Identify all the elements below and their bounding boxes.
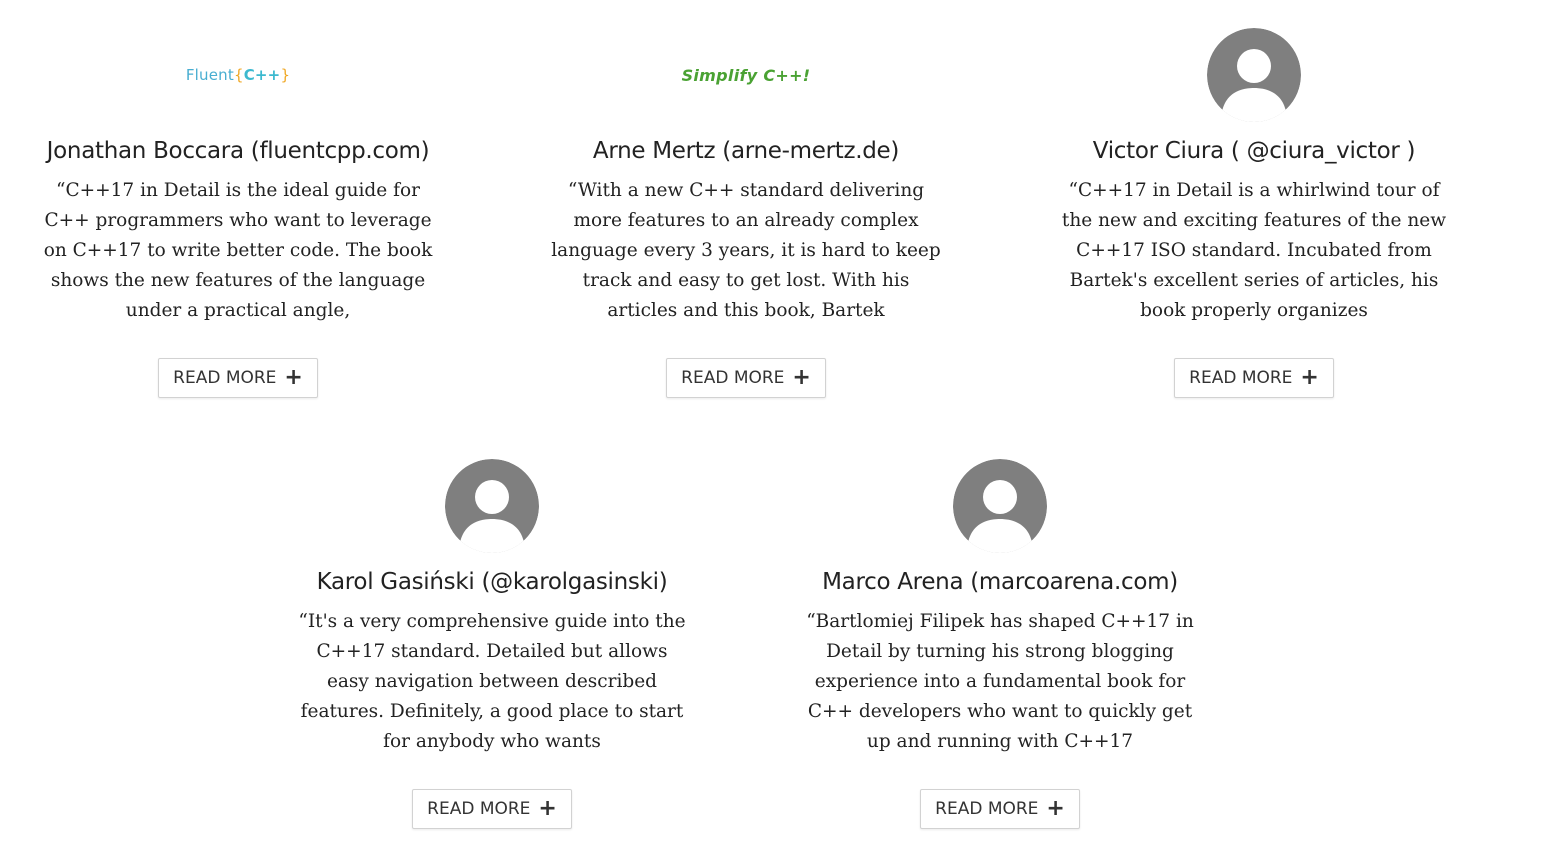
logo-area <box>297 459 687 553</box>
default-avatar-icon <box>1207 28 1301 122</box>
plus-icon: + <box>1300 365 1319 390</box>
testimonial-card: Victor Ciura ( @ciura_victor ) “C++17 in… <box>1059 28 1449 398</box>
plus-icon: + <box>1046 796 1065 821</box>
logo-area: Simplify C++! <box>551 28 941 122</box>
testimonial-card: Karol Gasiński (@karolgasinski) “It's a … <box>297 459 687 829</box>
read-more-button[interactable]: READ MORE + <box>920 789 1080 829</box>
testimonial-author: Jonathan Boccara (fluentcpp.com) <box>46 138 430 164</box>
read-more-button[interactable]: READ MORE + <box>666 358 826 398</box>
plus-icon: + <box>792 365 811 390</box>
default-avatar-icon <box>953 459 1047 553</box>
simplifycpp-logo: Simplify C++! <box>681 65 811 85</box>
plus-icon: + <box>284 365 303 390</box>
read-more-button[interactable]: READ MORE + <box>1174 358 1334 398</box>
testimonial-author: Arne Mertz (arne-mertz.de) <box>592 138 900 164</box>
plus-icon: + <box>538 796 557 821</box>
testimonial-card: Fluent{C++} Jonathan Boccara (fluentcpp.… <box>43 28 433 398</box>
testimonial-author: Karol Gasiński (@karolgasinski) <box>316 569 668 595</box>
testimonial-author: Victor Ciura ( @ciura_victor ) <box>1092 138 1416 164</box>
read-more-button[interactable]: READ MORE + <box>158 358 318 398</box>
testimonial-quote: “C++17 in Detail is a whirlwind tour of … <box>1061 180 1447 321</box>
logo-area <box>805 459 1195 553</box>
testimonial-quote: “Bartlomiej Filipek has shaped C++17 in … <box>806 611 1194 752</box>
testimonial-quote: “With a new C++ standard delivering more… <box>551 180 941 321</box>
fluentcpp-logo: Fluent{C++} <box>185 66 291 84</box>
logo-area: Fluent{C++} <box>43 28 433 122</box>
testimonial-card: Marco Arena (marcoarena.com) “Bartlomiej… <box>805 459 1195 829</box>
testimonial-quote: “C++17 in Detail is the ideal guide for … <box>43 180 433 321</box>
read-more-button[interactable]: READ MORE + <box>412 789 572 829</box>
testimonial-quote: “It's a very comprehensive guide into th… <box>298 611 686 752</box>
default-avatar-icon <box>445 459 539 553</box>
logo-area <box>1059 28 1449 122</box>
testimonial-author: Marco Arena (marcoarena.com) <box>822 569 1178 595</box>
testimonial-card: Simplify C++! Arne Mertz (arne-mertz.de)… <box>551 28 941 398</box>
